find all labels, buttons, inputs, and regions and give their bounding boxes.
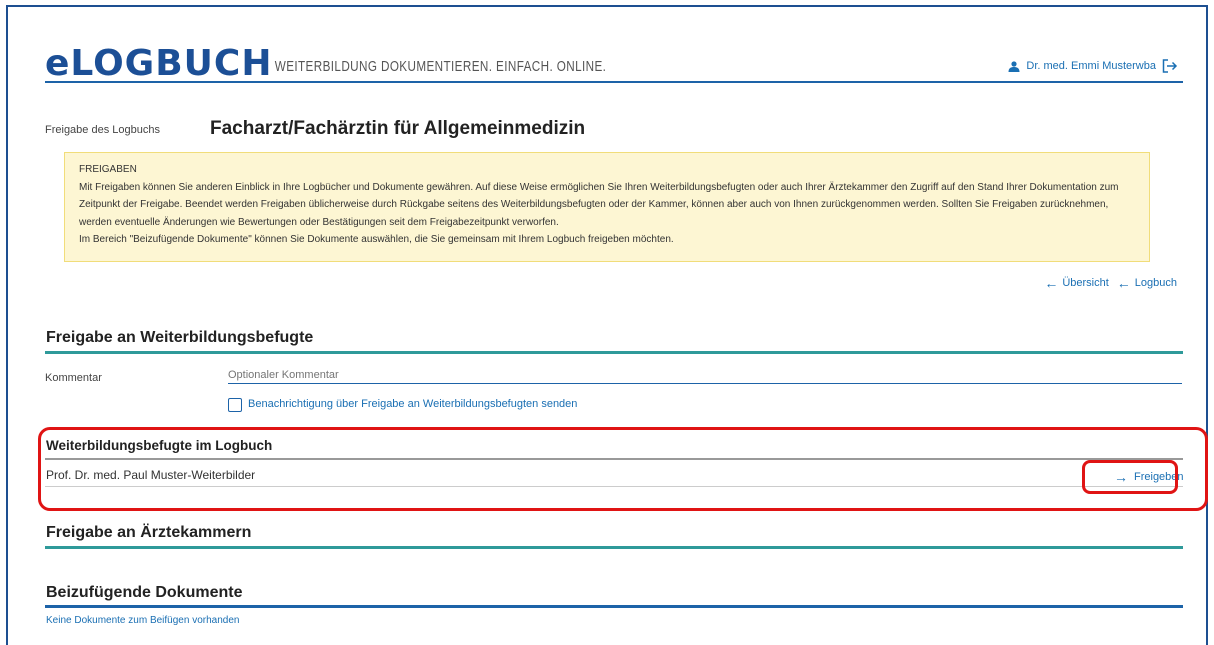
header-divider	[45, 81, 1183, 83]
section-title-wb: Freigabe an Weiterbildungsbefugte	[46, 329, 314, 346]
section-title-docs: Beizufügende Dokumente	[46, 584, 243, 601]
user-name[interactable]: Dr. med. Emmi Musterwba	[1026, 60, 1156, 72]
comment-input[interactable]	[228, 367, 1182, 384]
docs-empty-text: Keine Dokumente zum Beifügen vorhanden	[46, 615, 240, 626]
highlight-box-freigeben	[1082, 460, 1178, 494]
window-frame	[6, 5, 1208, 645]
logout-icon[interactable]	[1162, 59, 1178, 73]
info-title: FREIGABEN	[79, 164, 137, 175]
section-title-kammer: Freigabe an Ärztekammern	[46, 524, 252, 541]
user-menu[interactable]: Dr. med. Emmi Musterwba	[1008, 59, 1178, 73]
info-text-line: Im Bereich "Beizufügende Dokumente" könn…	[79, 234, 674, 245]
app-logo[interactable]: eLOGBUCH	[45, 44, 272, 84]
section-divider	[45, 351, 1183, 354]
info-text-line: werden eventuelle Änderungen wie Bewertu…	[79, 216, 559, 228]
overview-link[interactable]: Übersicht	[1062, 277, 1108, 289]
arrow-left-icon: ←	[1044, 275, 1059, 291]
section-label: Freigabe des Logbuchs	[45, 124, 160, 136]
arrow-left-icon: ←	[1116, 275, 1131, 291]
page-title: Facharzt/Fachärztin für Allgemeinmedizin	[210, 118, 586, 139]
nav-links: ← Übersicht ← Logbuch	[1044, 275, 1177, 291]
info-text-line: Mit Freigaben können Sie anderen Einblic…	[79, 181, 1119, 193]
app-tagline: WEITERBILDUNG DOKUMENTIEREN. EINFACH. ON…	[274, 58, 607, 75]
info-box: FREIGABEN Mit Freigaben können Sie ander…	[64, 152, 1150, 262]
logbook-link[interactable]: Logbuch	[1135, 277, 1177, 289]
notify-checkbox[interactable]	[228, 398, 242, 412]
user-icon	[1008, 60, 1020, 72]
section-divider	[45, 546, 1183, 549]
info-text-line: Zeitpunkt der Freigabe. Beendet werden F…	[79, 199, 1109, 210]
highlight-box-wb-list	[38, 427, 1208, 511]
comment-label: Kommentar	[45, 372, 102, 384]
section-divider	[45, 605, 1183, 608]
notify-checkbox-label[interactable]: Benachrichtigung über Freigabe an Weiter…	[248, 398, 577, 410]
